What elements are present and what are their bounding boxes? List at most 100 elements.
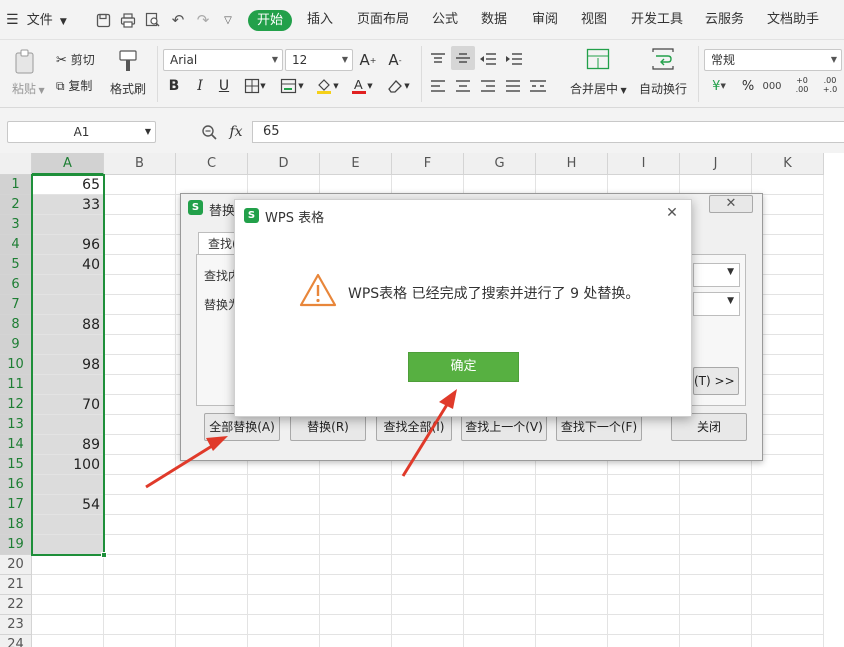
column-header-d[interactable]: D [248,153,320,175]
row-header[interactable]: 22 [0,595,32,615]
row-header[interactable]: 6 [0,275,32,295]
table-cell[interactable] [104,255,176,275]
table-cell[interactable] [536,495,608,515]
decrease-decimal-icon[interactable]: .00 +.0 [820,74,840,96]
row-header[interactable]: 15 [0,455,32,475]
insert-function-button[interactable]: fx [225,122,247,142]
table-cell[interactable] [536,615,608,635]
undo-icon[interactable]: ↶ [169,11,187,29]
row-header[interactable]: 7 [0,295,32,315]
table-cell[interactable] [536,535,608,555]
format-painter-icon[interactable] [116,48,140,74]
table-cell[interactable] [104,515,176,535]
increase-decimal-icon[interactable]: +0.00 [792,74,812,96]
column-header-j[interactable]: J [680,153,752,175]
close-icon[interactable]: ✕ [709,195,753,213]
merge-center-button[interactable]: 合并居中 ▼ [570,80,627,97]
table-cell[interactable] [104,235,176,255]
align-left-icon[interactable] [428,76,448,96]
table-cell[interactable] [464,515,536,535]
table-cell[interactable] [320,615,392,635]
table-cell[interactable] [608,575,680,595]
tab-data[interactable]: 数据 [481,0,507,40]
print-icon[interactable] [119,11,137,29]
column-header-b[interactable]: B [104,153,176,175]
cut-button[interactable]: ✂ 剪切 [56,51,95,68]
table-cell[interactable] [392,535,464,555]
table-cell[interactable] [464,535,536,555]
name-box[interactable]: A1 ▼ [7,121,156,143]
customize-toolbar-icon[interactable]: ▽ [219,11,237,29]
table-cell[interactable] [176,615,248,635]
row-header[interactable]: 5 [0,255,32,275]
column-header-a[interactable]: A [32,153,104,175]
indent-increase-icon[interactable] [504,49,524,69]
table-cell[interactable]: 89 [32,435,104,455]
copy-button[interactable]: ⧉ 复制 [56,77,92,94]
row-header[interactable]: 13 [0,415,32,435]
wrap-text-button[interactable]: 自动换行 [639,80,687,97]
table-cell[interactable] [248,575,320,595]
table-cell[interactable] [248,535,320,555]
table-cell[interactable] [320,515,392,535]
replace-button[interactable]: 替换(R) [290,413,366,441]
table-cell[interactable] [680,495,752,515]
table-cell[interactable] [248,555,320,575]
table-cell[interactable] [752,595,824,615]
table-cell[interactable] [608,615,680,635]
table-cell[interactable] [104,335,176,355]
find-previous-button[interactable]: 查找上一个(V) [461,413,547,441]
cell-style-icon[interactable]: ▼ [278,76,306,96]
column-header-f[interactable]: F [392,153,464,175]
file-menu[interactable]: ☰ 文件 ▼ [6,0,67,40]
row-header[interactable]: 1 [0,175,32,195]
replace-all-button[interactable]: 全部替换(A) [204,413,280,441]
select-all-corner[interactable] [0,153,32,175]
row-header[interactable]: 10 [0,355,32,375]
table-cell[interactable] [32,335,104,355]
align-middle-icon[interactable] [451,46,475,70]
tab-start[interactable]: 开始 [248,10,292,31]
align-top-icon[interactable] [428,49,448,69]
table-cell[interactable] [32,515,104,535]
table-cell[interactable] [176,175,248,195]
table-cell[interactable] [464,475,536,495]
table-cell[interactable] [320,475,392,495]
table-cell[interactable] [536,175,608,195]
table-cell[interactable] [104,495,176,515]
table-cell[interactable] [176,515,248,535]
table-cell[interactable] [392,495,464,515]
table-cell[interactable] [392,635,464,647]
table-cell[interactable] [608,595,680,615]
row-header[interactable]: 19 [0,535,32,555]
table-cell[interactable] [536,555,608,575]
table-cell[interactable] [536,475,608,495]
table-cell[interactable] [104,195,176,215]
table-cell[interactable] [608,555,680,575]
table-cell[interactable] [536,515,608,535]
close-icon[interactable]: ✕ [663,204,681,222]
column-header-k[interactable]: K [752,153,824,175]
table-cell[interactable] [104,355,176,375]
table-cell[interactable]: 98 [32,355,104,375]
column-header-h[interactable]: H [536,153,608,175]
tab-review[interactable]: 审阅 [532,0,558,40]
table-cell[interactable] [320,555,392,575]
table-cell[interactable] [104,475,176,495]
table-cell[interactable] [176,495,248,515]
table-cell[interactable] [608,535,680,555]
number-format-select[interactable]: 常规 ▼ [704,49,842,71]
table-cell[interactable] [680,555,752,575]
table-cell[interactable] [752,475,824,495]
column-header-c[interactable]: C [176,153,248,175]
table-cell[interactable] [680,175,752,195]
tab-insert[interactable]: 插入 [307,0,333,40]
table-cell[interactable] [104,215,176,235]
table-cell[interactable] [104,575,176,595]
row-header[interactable]: 24 [0,635,32,647]
row-header[interactable]: 2 [0,195,32,215]
tab-cloud-service[interactable]: 云服务 [705,0,744,40]
font-size-select[interactable]: 12 ▼ [285,49,353,71]
row-header[interactable]: 16 [0,475,32,495]
table-cell[interactable] [464,595,536,615]
